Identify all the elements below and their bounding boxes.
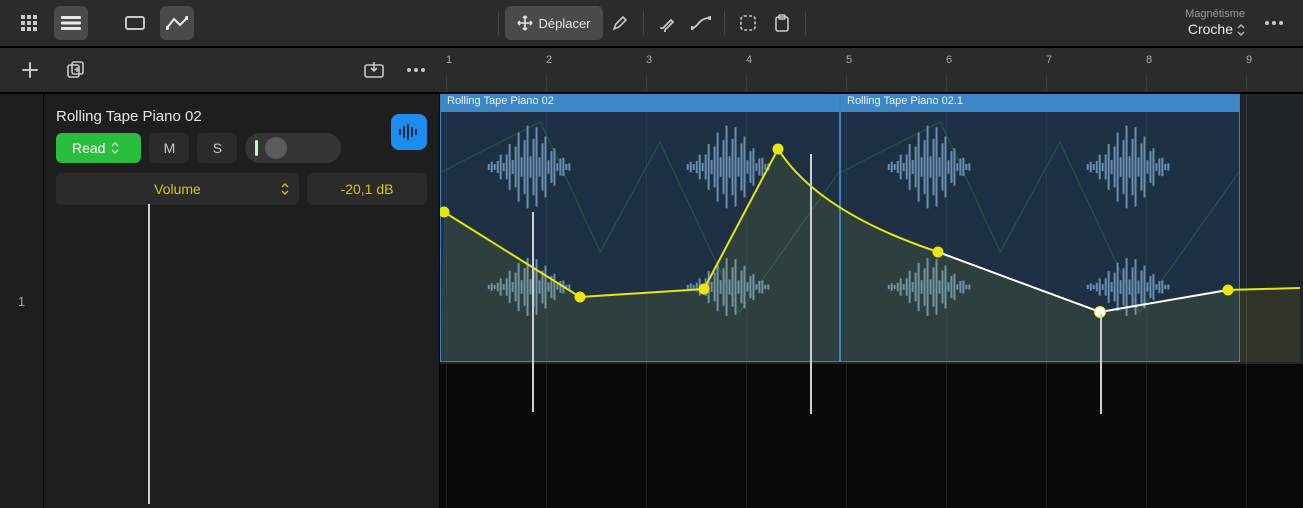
audio-region[interactable]: Rolling Tape Piano 02.1: [840, 94, 1240, 362]
duplicate-track-button[interactable]: [62, 56, 90, 84]
chevron-updown-icon: [281, 183, 289, 195]
main-area: 1 Rolling Tape Piano 02 Read M S: [0, 94, 1303, 508]
snap-label: Magnétisme: [1185, 8, 1245, 21]
select-tool-button[interactable]: [731, 6, 765, 40]
center-toolbar: Déplacer: [491, 6, 811, 40]
track-index: 1: [0, 94, 44, 508]
track-more-button[interactable]: [402, 56, 430, 84]
sub-toolbar: 1 2 3 4 5 6 7 8 9: [0, 48, 1303, 94]
track-type-badge[interactable]: [391, 114, 427, 150]
automation-line-icon: [166, 16, 188, 30]
top-toolbar: Déplacer Magnétisme: [0, 0, 1303, 48]
region-title: Rolling Tape Piano 02: [441, 94, 839, 112]
chevron-updown-icon: [111, 142, 119, 154]
ruler-bar-number: 1: [446, 54, 452, 66]
rectangle-icon: [125, 16, 145, 30]
ellipsis-icon: [406, 67, 426, 73]
ruler-bar-number: 7: [1046, 54, 1052, 66]
pencil-icon: [612, 15, 628, 31]
audio-region[interactable]: Rolling Tape Piano 02: [440, 94, 840, 362]
automation-mode-button[interactable]: Read: [56, 133, 141, 163]
region-title: Rolling Tape Piano 02.1: [841, 94, 1239, 112]
time-ruler[interactable]: 1 2 3 4 5 6 7 8 9: [440, 48, 1303, 92]
add-track-button[interactable]: [16, 56, 44, 84]
ruler-bar-number: 3: [646, 54, 652, 66]
move-tool-button[interactable]: Déplacer: [504, 6, 602, 40]
callout-line: [148, 204, 150, 504]
ruler-bar-number: 2: [546, 54, 552, 66]
clipboard-tool-button[interactable]: [765, 6, 799, 40]
automation-value[interactable]: -20,1 dB: [307, 173, 427, 205]
pan-thumb[interactable]: [265, 137, 287, 159]
waveform-icon: [398, 124, 420, 140]
pan-slider[interactable]: [245, 133, 341, 163]
automation-param-dropdown[interactable]: Volume: [56, 173, 299, 205]
region-view-button[interactable]: [118, 6, 152, 40]
track-name[interactable]: Rolling Tape Piano 02: [56, 108, 427, 125]
brush-tool-button[interactable]: [650, 6, 684, 40]
move-icon: [516, 15, 532, 31]
view-list-button[interactable]: [54, 6, 88, 40]
list-icon: [61, 16, 81, 30]
automation-param-label: Volume: [154, 181, 201, 197]
duplicate-icon: [66, 61, 86, 79]
dashed-square-icon: [739, 14, 757, 32]
ellipsis-icon: [1264, 20, 1284, 26]
ruler-bar-number: 4: [746, 54, 752, 66]
plus-icon: [21, 61, 39, 79]
callout-line: [810, 154, 812, 414]
grid-icon: [20, 14, 38, 32]
more-menu-button[interactable]: [1257, 6, 1291, 40]
timeline-empty-area: [440, 364, 1303, 508]
chevron-updown-icon: [1237, 24, 1245, 36]
track-header-panel: 1 Rolling Tape Piano 02 Read M S: [0, 94, 440, 508]
ruler-bar-number: 8: [1146, 54, 1152, 66]
solo-button[interactable]: S: [197, 133, 237, 163]
download-rect-icon: [363, 61, 385, 79]
curve-icon: [691, 16, 711, 30]
ruler-bar-number: 5: [846, 54, 852, 66]
callout-line: [532, 212, 534, 412]
move-tool-label: Déplacer: [538, 16, 590, 31]
pan-indicator: [255, 140, 258, 156]
brush-icon: [658, 14, 676, 32]
ruler-bar-number: 6: [946, 54, 952, 66]
snap-setting[interactable]: Magnétisme Croche: [1185, 8, 1245, 38]
import-button[interactable]: [360, 56, 388, 84]
automation-view-button[interactable]: [160, 6, 194, 40]
pencil-tool-button[interactable]: [603, 6, 637, 40]
mute-button[interactable]: M: [149, 133, 189, 163]
view-grid-button[interactable]: [12, 6, 46, 40]
ruler-bar-number: 9: [1246, 54, 1252, 66]
clipboard-icon: [774, 14, 790, 32]
curve-tool-button[interactable]: [684, 6, 718, 40]
callout-line: [1100, 314, 1102, 414]
automation-mode-label: Read: [72, 140, 105, 156]
timeline[interactable]: Rolling Tape Piano 02Rolling Tape Piano …: [440, 94, 1303, 508]
snap-value: Croche: [1188, 21, 1233, 38]
